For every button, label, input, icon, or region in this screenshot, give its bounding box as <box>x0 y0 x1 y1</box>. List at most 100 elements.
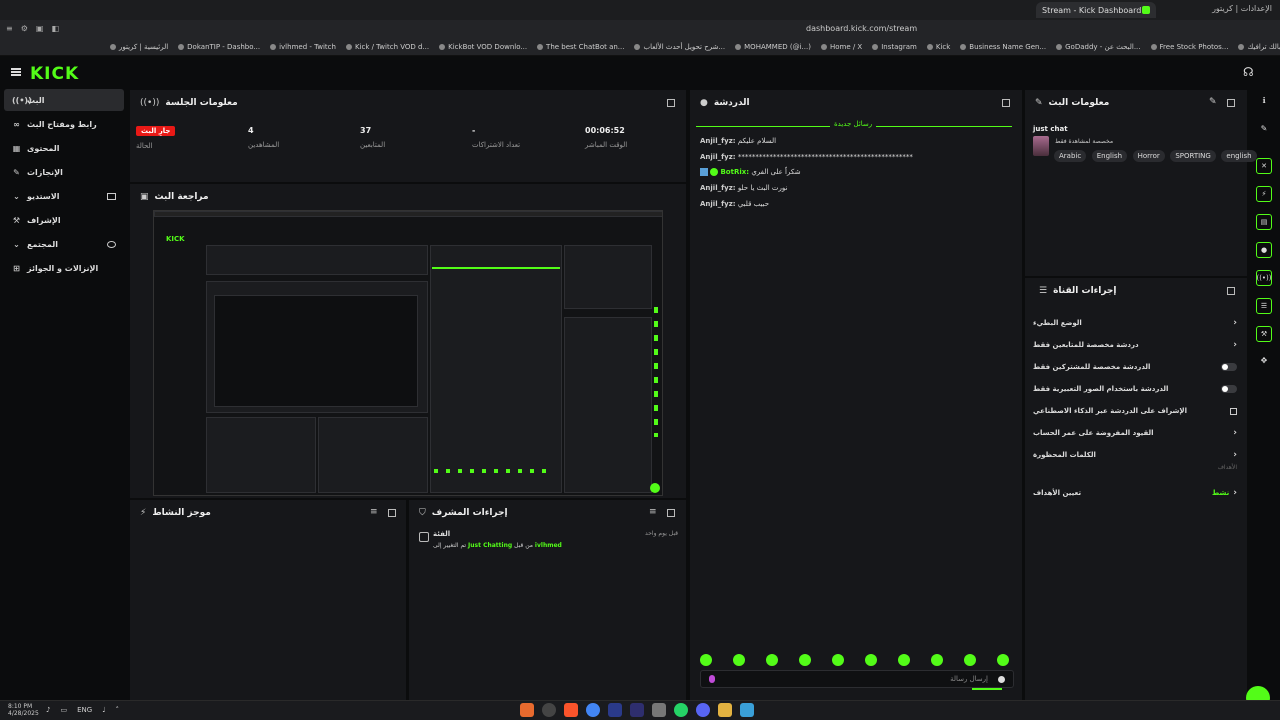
tag[interactable]: Arabic <box>1054 150 1087 162</box>
chat-username[interactable]: BotRix: <box>720 168 749 176</box>
discord-icon[interactable] <box>696 703 710 717</box>
emote-icon[interactable] <box>997 654 1009 666</box>
brave-icon[interactable] <box>564 703 578 717</box>
bookmark-item[interactable]: Instagram <box>872 43 917 51</box>
filter-icon[interactable]: ≡ <box>370 507 378 517</box>
mic-icon[interactable]: ♩ <box>102 706 105 714</box>
stream-preview-video[interactable]: KICK <box>153 210 663 496</box>
set-goals-row[interactable]: تعيين الأهداف نشط › <box>1033 486 1237 500</box>
address-bar[interactable]: dashboard.kick.com/stream <box>806 24 917 33</box>
rail-button-2[interactable]: ⚡ <box>1256 186 1272 202</box>
popout-icon[interactable] <box>667 509 675 517</box>
bookmark-item[interactable]: Free Stock Photos... <box>1150 43 1228 51</box>
popout-icon[interactable] <box>1227 287 1235 295</box>
menu-icon[interactable]: ≡ <box>6 24 13 33</box>
emote-icon[interactable] <box>931 654 943 666</box>
bookmark-item[interactable]: The best ChatBot an... <box>537 43 624 51</box>
bookmark-item[interactable]: Kick / Twitch VOD d... <box>345 43 429 51</box>
account-age-row[interactable]: القيود المفروضة على عمر الحساب › <box>1033 426 1237 440</box>
emote-icon[interactable] <box>733 654 745 666</box>
emote-icon[interactable] <box>832 654 844 666</box>
emote-icon[interactable] <box>799 654 811 666</box>
emoji-icon[interactable] <box>998 675 1005 683</box>
bookmark-item[interactable]: MOHAMMED (@i...) <box>735 43 811 51</box>
edit-icon[interactable]: ✎ <box>1209 97 1217 107</box>
bookmark-item[interactable]: شرح تحويل أحدث الألعاب... <box>634 43 725 51</box>
extension-icon[interactable]: ⚙ <box>21 24 28 33</box>
browser-tab-active[interactable]: Stream - Kick Dashboard <box>1036 2 1156 18</box>
emote-icon[interactable] <box>700 654 712 666</box>
filter-icon[interactable]: ≡ <box>649 507 657 517</box>
rail-button-6[interactable]: ☰ <box>1256 298 1272 314</box>
info-icon[interactable]: ℹ <box>1258 96 1270 108</box>
bookmark-item[interactable]: KickBot VOD Downlo... <box>439 43 527 51</box>
screenshot-icon[interactable]: ▣ <box>36 24 44 33</box>
emote-icon[interactable] <box>766 654 778 666</box>
popout-icon[interactable] <box>388 509 396 517</box>
chat-username[interactable]: Anjil_fyz: <box>700 184 736 192</box>
chat-username[interactable]: Anjil_fyz: <box>700 137 736 145</box>
ai-moderation-row[interactable]: الإشراف على الدردشة عبر الذكاء الاصطناعي <box>1033 404 1237 418</box>
edit-icon[interactable]: ✎ <box>1258 124 1270 136</box>
bookmark-item[interactable]: الرئيسية | كريتور <box>110 43 168 51</box>
banned-words-row[interactable]: الكلمات المحظورة › <box>1033 448 1237 462</box>
mod-action-user[interactable]: ivlhmed <box>535 542 562 549</box>
rail-button-1[interactable]: ✕ <box>1256 158 1272 174</box>
tag[interactable]: English <box>1091 150 1128 162</box>
sidebar-item-live[interactable]: ((•)) البث <box>4 89 124 111</box>
emotes-only-toggle[interactable] <box>1221 385 1237 393</box>
bookmark-item[interactable]: Home / X <box>820 43 862 51</box>
tag[interactable]: SPORTING <box>1170 150 1216 162</box>
obs-icon[interactable] <box>542 703 556 717</box>
sound-icon[interactable]: ♪ <box>46 706 50 714</box>
app-window-icon[interactable] <box>740 703 754 717</box>
followers-only-row[interactable]: دردشة مخصصة للمتابعين فقط › <box>1033 338 1237 352</box>
whatsapp-icon[interactable] <box>674 703 688 717</box>
kick-logo[interactable]: KICK <box>30 64 79 84</box>
sidebar-item-stream-key[interactable]: ∞ رابط ومفتاح البث <box>4 113 124 135</box>
sidebar-item-content[interactable]: ▦ المحتوى <box>4 137 124 159</box>
sidebar-item-community[interactable]: ⌄ المجتمع <box>4 233 124 255</box>
language-indicator[interactable]: ENG <box>77 706 92 714</box>
profile-headset-icon[interactable]: ☊ <box>1243 65 1259 79</box>
sidebar-item-achievements[interactable]: ✎ الإنجازات <box>4 161 124 183</box>
bookmark-item[interactable]: Business Name Gen... <box>960 43 1046 51</box>
sidebar-item-moderation[interactable]: ⚒ الإشراف <box>4 209 124 231</box>
chrome-icon[interactable] <box>586 703 600 717</box>
new-messages-label[interactable]: رسائل جديدة <box>830 120 877 128</box>
emote-icon[interactable] <box>865 654 877 666</box>
emote-icon[interactable] <box>964 654 976 666</box>
sidebar-item-studio[interactable]: ⌄ الاستديو <box>4 185 124 207</box>
folder-icon[interactable] <box>718 703 732 717</box>
rail-button-7[interactable]: ⚒ <box>1256 326 1272 342</box>
rail-button-3[interactable]: ▤ <box>1256 214 1272 230</box>
slow-mode-row[interactable]: الوضع البطيء › <box>1033 316 1237 330</box>
popout-icon[interactable] <box>1227 99 1235 107</box>
hamburger-menu-icon[interactable] <box>11 68 21 76</box>
emote-icon[interactable] <box>898 654 910 666</box>
tag[interactable]: Horror <box>1132 150 1165 162</box>
chat-username[interactable]: Anjil_fyz: <box>700 200 736 208</box>
calculator-icon[interactable] <box>652 703 666 717</box>
chevron-up-icon[interactable]: ˄ <box>116 706 120 714</box>
settings-icon[interactable]: ✥ <box>1258 356 1270 368</box>
photoshop-icon[interactable] <box>608 703 622 717</box>
popout-icon[interactable] <box>1002 99 1010 107</box>
app-icon[interactable] <box>520 703 534 717</box>
chat-username[interactable]: Anjil_fyz: <box>700 153 736 161</box>
bookmark-item[interactable]: GoDaddy - البحث عن... <box>1056 43 1141 51</box>
bookmark-item[interactable]: موقع يشغل البالك ترافيك <box>1238 43 1280 51</box>
mod-action-category[interactable]: Just Chatting <box>468 542 512 549</box>
microphone-icon[interactable] <box>709 675 715 683</box>
popout-icon[interactable] <box>667 99 675 107</box>
bookmark-item[interactable]: Kick <box>926 43 950 51</box>
rail-button-5[interactable]: ((•)) <box>1256 270 1272 286</box>
network-icon[interactable]: ▭ <box>60 706 67 714</box>
rail-button-4[interactable]: ● <box>1256 242 1272 258</box>
premiere-icon[interactable] <box>630 703 644 717</box>
sidebar-icon[interactable]: ◧ <box>51 24 59 33</box>
chat-input[interactable]: إرسال رسالة <box>700 670 1014 688</box>
subscribers-only-toggle[interactable] <box>1221 363 1237 371</box>
sidebar-item-drops[interactable]: ⊞ الإنزالات و الجوائز <box>4 257 124 279</box>
bookmark-item[interactable]: ivlhmed - Twitch <box>270 43 336 51</box>
